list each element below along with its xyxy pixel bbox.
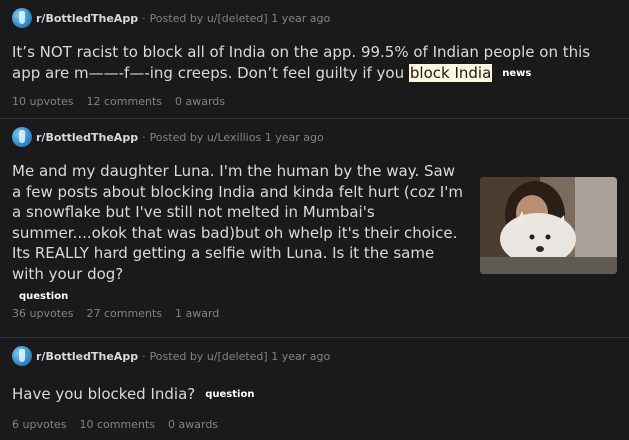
separator-dot: · — [142, 349, 146, 363]
post-age: 1 year ago — [264, 130, 324, 144]
post-title[interactable]: Have you blocked India? question — [12, 384, 617, 406]
comment-count[interactable]: 10 comments — [80, 418, 156, 431]
award-count: 1 award — [175, 307, 220, 320]
post-stats: 10 upvotes 12 comments 0 awards — [12, 95, 238, 108]
selfie-with-dog-image — [480, 177, 617, 274]
separator-dot: · — [142, 11, 146, 25]
subreddit-link[interactable]: r/BottledTheApp — [36, 350, 138, 363]
search-highlight: block India — [408, 63, 493, 82]
post-title-text: Have you blocked India? — [12, 385, 196, 403]
upvote-count: 36 upvotes — [12, 307, 74, 320]
subreddit-link[interactable]: r/BottledTheApp — [36, 131, 138, 144]
award-count: 0 awards — [168, 418, 219, 431]
posted-by-user[interactable]: Posted by u/[deleted] — [150, 12, 268, 25]
post-title-text: Me and my daughter Luna. I'm the human b… — [12, 162, 463, 283]
post-meta: r/BottledTheApp · Posted by u/[deleted] … — [12, 0, 617, 29]
post-meta: r/BottledTheApp · Posted by u/[deleted] … — [12, 338, 617, 367]
post-stats: 36 upvotes 27 comments 1 award — [12, 307, 232, 320]
search-result-post[interactable]: r/BottledTheApp · Posted by u/[deleted] … — [0, 338, 629, 440]
post-meta: r/BottledTheApp · Posted by u/Lexillios … — [12, 119, 617, 148]
search-result-post[interactable]: r/BottledTheApp · Posted by u/Lexillios … — [0, 119, 629, 338]
post-thumbnail[interactable] — [480, 177, 617, 274]
award-count: 0 awards — [175, 95, 226, 108]
post-title[interactable]: It’s NOT racist to block all of India on… — [12, 42, 617, 84]
search-result-post[interactable]: r/BottledTheApp · Posted by u/[deleted] … — [0, 0, 629, 119]
post-title[interactable]: Me and my daughter Luna. I'm the human b… — [12, 161, 464, 308]
post-age: 1 year ago — [271, 349, 331, 363]
posted-by-user[interactable]: Posted by u/Lexillios — [150, 131, 262, 144]
flair-badge[interactable]: news — [502, 64, 531, 85]
separator-dot: · — [142, 130, 146, 144]
upvote-count: 6 upvotes — [12, 418, 67, 431]
subreddit-link[interactable]: r/BottledTheApp — [36, 12, 138, 25]
bottle-avatar-icon[interactable] — [12, 127, 32, 147]
flair-badge[interactable]: question — [19, 287, 68, 308]
upvote-count: 10 upvotes — [12, 95, 74, 108]
flair-badge[interactable]: question — [205, 385, 254, 406]
bottle-avatar-icon[interactable] — [12, 346, 32, 366]
post-age: 1 year ago — [271, 11, 331, 25]
comment-count[interactable]: 27 comments — [87, 307, 163, 320]
bottle-avatar-icon[interactable] — [12, 8, 32, 28]
comment-count[interactable]: 12 comments — [87, 95, 163, 108]
posted-by-user[interactable]: Posted by u/[deleted] — [150, 350, 268, 363]
post-stats: 6 upvotes 10 comments 0 awards — [12, 418, 231, 431]
